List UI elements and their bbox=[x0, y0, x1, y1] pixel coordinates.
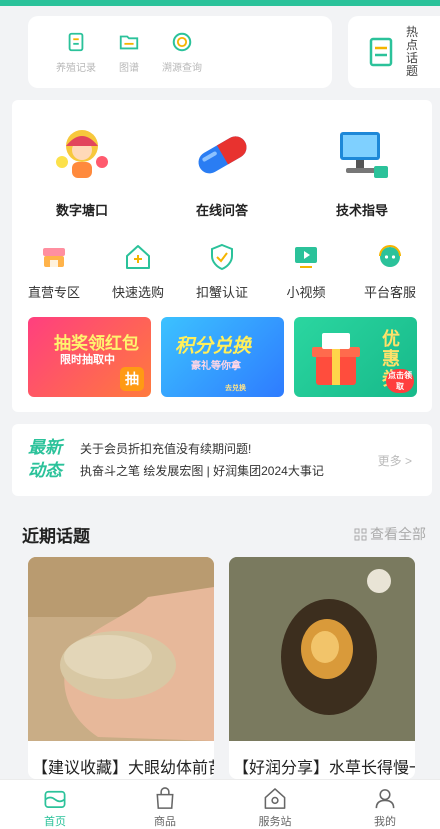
feature-tech-guidance[interactable]: 技术指导 bbox=[292, 122, 432, 219]
points-exchange-banner[interactable]: 积分兑换 豪礼等你拿 去兑换 bbox=[161, 317, 284, 397]
topic-card[interactable]: 【建议收藏】大眼幼体前苗操程大解阅 bbox=[28, 557, 214, 779]
service-station-icon bbox=[264, 788, 286, 809]
quick-link-label: 养殖记录 bbox=[56, 62, 96, 74]
hot-topics-card[interactable]: 热点话题 bbox=[348, 16, 440, 88]
document-icon bbox=[369, 37, 393, 67]
feature-online-qa[interactable]: 在线问答 bbox=[152, 122, 292, 219]
tab-label: 服务站 bbox=[258, 816, 292, 828]
feature-digital-pond[interactable]: 数字塘口 bbox=[12, 122, 152, 219]
sand-hand-photo bbox=[28, 557, 214, 741]
tab-label: 商品 bbox=[154, 816, 176, 828]
quick-link-atlas[interactable]: 图谱 bbox=[118, 31, 140, 74]
feature-crab-certification[interactable]: 扣蟹认证 bbox=[180, 242, 264, 301]
capsule-illustration bbox=[198, 136, 247, 174]
view-all-link[interactable]: 查看全部 bbox=[354, 524, 426, 544]
feature-label: 平台客服 bbox=[363, 285, 416, 300]
quick-link-trace-query[interactable]: 溯源查询 bbox=[162, 31, 202, 74]
trace-icon bbox=[172, 32, 192, 51]
grid-icon bbox=[354, 528, 367, 540]
feature-customer-service[interactable]: 平台客服 bbox=[348, 242, 432, 301]
video-icon bbox=[295, 247, 317, 268]
banner-badge: 抽 bbox=[120, 367, 144, 391]
digital-pond-illustration bbox=[56, 130, 108, 178]
quick-link-breeding-record[interactable]: 养殖记录 bbox=[56, 31, 96, 74]
feature-direct-store[interactable]: 直营专区 bbox=[12, 242, 96, 301]
home-icon bbox=[44, 790, 66, 809]
feature-label: 数字塘口 bbox=[55, 203, 108, 218]
banner-subtitle: 限时抽取中 bbox=[60, 354, 115, 366]
news-item[interactable]: 执奋斗之笔 绘发展宏图 | 好润集团2024大事记 bbox=[80, 460, 324, 482]
top-accent-bar bbox=[0, 0, 440, 6]
features-panel: 数字塘口 在线问答 技术指导 直营专区 快速选购 扣蟹认证 小视频 平台客服 抽… bbox=[12, 100, 432, 412]
banner-badge: 去兑换 bbox=[225, 385, 246, 392]
headset-icon bbox=[379, 245, 401, 267]
banner-badge: 点击领取 bbox=[386, 369, 414, 393]
news-tag: 最新 动态 bbox=[28, 436, 62, 482]
feature-short-video[interactable]: 小视频 bbox=[264, 242, 348, 301]
banner-subtitle: 豪礼等你拿 bbox=[191, 361, 241, 372]
house-plus-icon bbox=[126, 245, 150, 269]
tab-label: 我的 bbox=[374, 816, 396, 828]
recent-topics-title: 近期话题 bbox=[22, 527, 90, 546]
feature-label: 扣蟹认证 bbox=[195, 285, 248, 300]
gift-box-icon bbox=[312, 333, 360, 385]
topic-title: 【好润分享】水草长得慢一点也好 bbox=[233, 760, 415, 777]
news-tag-line1: 最新 bbox=[28, 438, 62, 457]
shopping-bag-icon bbox=[156, 787, 174, 809]
quick-link-label: 溯源查询 bbox=[162, 62, 202, 74]
computer-illustration bbox=[340, 132, 388, 178]
coupon-banner[interactable]: 优惠券 点击领取 bbox=[294, 317, 417, 397]
store-icon bbox=[43, 248, 65, 267]
news-item[interactable]: 关于会员折扣充值没有续期问题! bbox=[80, 438, 324, 460]
tab-label: 首页 bbox=[44, 816, 66, 828]
tab-products[interactable]: 商品 bbox=[110, 780, 220, 829]
feature-quick-purchase[interactable]: 快速选购 bbox=[96, 242, 180, 301]
news-more-link[interactable]: 更多 > bbox=[378, 452, 412, 469]
lottery-banner[interactable]: 抽奖领红包 限时抽取中 抽 bbox=[28, 317, 151, 397]
user-icon bbox=[375, 789, 395, 809]
feature-label: 在线问答 bbox=[195, 203, 248, 218]
tab-service-station[interactable]: 服务站 bbox=[220, 780, 330, 829]
clipboard-icon bbox=[68, 32, 84, 51]
feature-label: 直营专区 bbox=[27, 285, 80, 300]
feature-label: 快速选购 bbox=[111, 285, 164, 300]
hot-topics-label: 热点话题 bbox=[406, 25, 419, 78]
topic-card[interactable]: 【好润分享】水草长得慢一点也好 bbox=[229, 557, 415, 779]
quick-link-label: 图谱 bbox=[119, 62, 139, 74]
shield-check-icon bbox=[211, 243, 233, 271]
folder-icon bbox=[119, 35, 139, 49]
topic-title: 【建议收藏】大眼幼体前苗操程大解阅 bbox=[32, 760, 214, 777]
bottom-tab-bar: 首页 商品 服务站 我的 bbox=[0, 779, 440, 829]
quick-links-card: 养殖记录 图谱 溯源查询 bbox=[28, 16, 332, 88]
latest-news-panel: 最新 动态 关于会员折扣充值没有续期问题! 执奋斗之笔 绘发展宏图 | 好润集团… bbox=[12, 424, 432, 496]
view-all-label: 查看全部 bbox=[370, 526, 426, 542]
water-plant-photo bbox=[229, 557, 415, 741]
banner-title: 积分兑换 bbox=[175, 336, 252, 357]
feature-label: 小视频 bbox=[286, 285, 326, 300]
news-tag-line2: 动态 bbox=[28, 461, 62, 480]
feature-label: 技术指导 bbox=[335, 203, 388, 218]
tab-mine[interactable]: 我的 bbox=[330, 780, 440, 829]
tab-home[interactable]: 首页 bbox=[0, 780, 110, 829]
